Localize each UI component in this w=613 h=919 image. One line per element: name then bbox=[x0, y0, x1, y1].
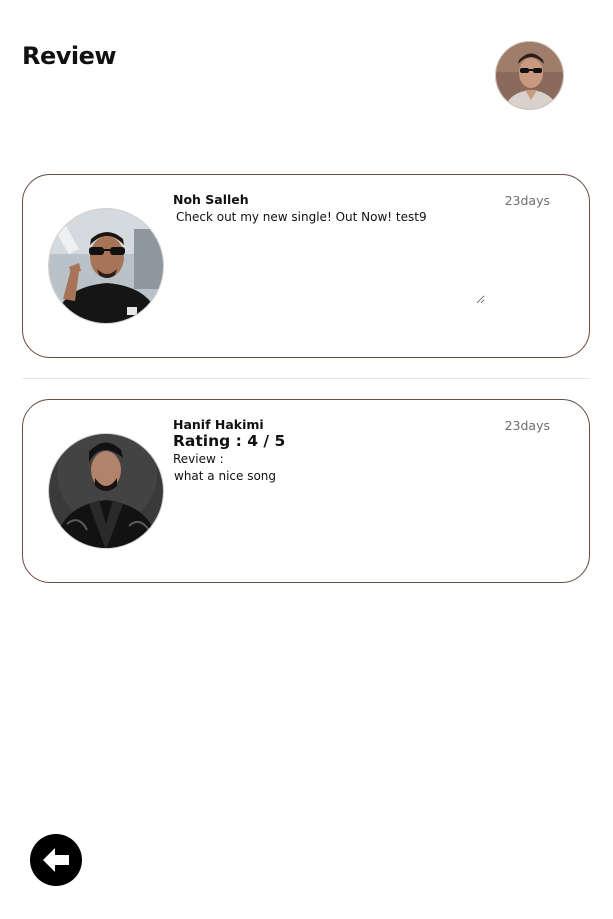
reviewer-avatar bbox=[48, 208, 164, 324]
page-title: Review bbox=[22, 42, 117, 70]
reviewer-avatar bbox=[48, 433, 164, 549]
review-card: Hanif Hakimi 23days Rating : 4 / 5 Revie… bbox=[22, 399, 590, 583]
review-author: Hanif Hakimi bbox=[173, 417, 264, 432]
review-author: Noh Salleh bbox=[173, 192, 249, 207]
review-label: Review : bbox=[173, 452, 224, 466]
reviewer-avatar-image bbox=[49, 209, 163, 323]
back-button[interactable] bbox=[29, 833, 83, 887]
divider bbox=[22, 378, 590, 379]
user-avatar[interactable] bbox=[495, 41, 564, 110]
arrow-left-circle-icon bbox=[30, 834, 82, 886]
review-time: 23days bbox=[504, 418, 550, 433]
user-avatar-image bbox=[496, 42, 563, 109]
review-rating: Rating : 4 / 5 bbox=[173, 432, 286, 450]
review-card: Noh Salleh 23days Check out my new singl… bbox=[22, 174, 590, 358]
review-time: 23days bbox=[504, 193, 550, 208]
comment-textarea[interactable]: Check out my new single! Out Now! test9 bbox=[173, 210, 485, 304]
reviewer-avatar-image bbox=[49, 434, 163, 548]
review-text: what a nice song bbox=[174, 469, 277, 483]
